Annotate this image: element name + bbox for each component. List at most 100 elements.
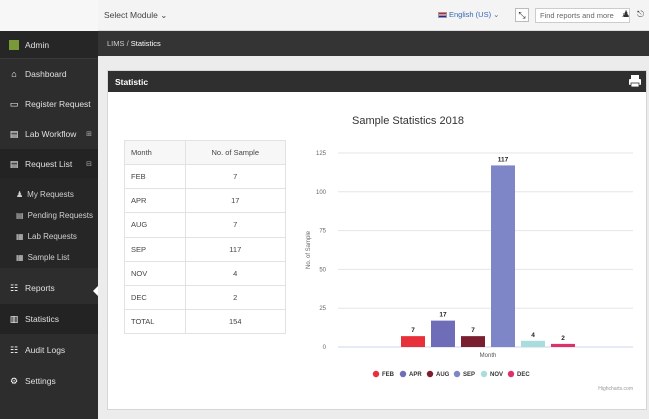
submenu-item-label: Lab Requests bbox=[27, 232, 77, 241]
sidebar-item-lab-workflow[interactable]: ▤ Lab Workflow ⊞ bbox=[0, 119, 98, 149]
search-placeholder: Find reports and more bbox=[540, 11, 614, 20]
table-icon: ▦ bbox=[16, 253, 24, 262]
sidebar-item-reports[interactable]: ☷ Reports bbox=[0, 273, 98, 303]
breadcrumb-bar: LIMS / Statistics bbox=[98, 31, 649, 56]
legend-marker bbox=[426, 370, 434, 378]
sidebar-item-label: Lab Workflow bbox=[25, 129, 77, 139]
data-label: 4 bbox=[531, 332, 535, 339]
table-cell: NOV bbox=[124, 260, 186, 286]
book-icon: ▤ bbox=[9, 158, 19, 169]
sidebar-brand[interactable]: Admin bbox=[0, 31, 98, 59]
breadcrumb: LIMS / Statistics bbox=[107, 39, 161, 48]
table-cell: 7 bbox=[184, 163, 287, 190]
submenu-item-my-requests[interactable]: ♟ My Requests bbox=[0, 184, 98, 205]
print-icon[interactable] bbox=[628, 74, 642, 88]
sidebar-item-audit-logs[interactable]: ☷ Audit Logs bbox=[0, 335, 98, 365]
sidebar-item-register-request[interactable]: ▭ Register Request bbox=[0, 89, 98, 119]
expand-indicator-icon[interactable]: ⊞ bbox=[86, 130, 92, 138]
table-cell: TOTAL bbox=[124, 309, 186, 335]
search-input[interactable]: Find reports and more ⌕ bbox=[535, 8, 630, 23]
table-row: APR 17 bbox=[124, 188, 287, 214]
book-icon: ▤ bbox=[16, 211, 24, 220]
submenu-item-pending-requests[interactable]: ▤ Pending Requests bbox=[0, 205, 98, 226]
y-tick-label: 100 bbox=[316, 190, 327, 196]
chart-canvas: 0 25 50 75 100 125 No. of Sample 7 17 7 117 4 2 Month… bbox=[306, 151, 633, 392]
sidebar-item-statistics[interactable]: ▥ Statistics bbox=[0, 304, 98, 334]
data-label: 2 bbox=[561, 335, 565, 342]
top-header: Select Module ⌄ English (US) ⌄ ⤡ Find re… bbox=[0, 0, 649, 31]
admin-logo-icon bbox=[9, 39, 19, 50]
y-tick-label: 25 bbox=[319, 306, 326, 312]
submenu-item-sample-list[interactable]: ▦ Sample List bbox=[0, 247, 98, 268]
bar-chart-icon: ▥ bbox=[9, 313, 19, 324]
gears-icon: ⚙ bbox=[9, 375, 19, 386]
us-flag-icon bbox=[438, 11, 447, 18]
breadcrumb-current: Statistics bbox=[130, 39, 161, 48]
book-icon: ▤ bbox=[9, 128, 19, 139]
sidebar-item-label: Dashboard bbox=[25, 69, 67, 79]
bar bbox=[431, 320, 455, 347]
legend-marker bbox=[453, 370, 461, 378]
legend-marker bbox=[372, 370, 380, 378]
submenu-item-label: My Requests bbox=[27, 190, 74, 199]
table-cell: 7 bbox=[184, 212, 287, 238]
data-label: 117 bbox=[498, 156, 509, 163]
grid-icon: ☷ bbox=[9, 344, 19, 355]
bar bbox=[551, 343, 575, 347]
data-label: 7 bbox=[411, 327, 415, 334]
bar bbox=[401, 336, 425, 347]
column-header: Month bbox=[124, 140, 186, 165]
fullscreen-icon[interactable]: ⤡ bbox=[515, 8, 529, 22]
user-icon: ♟ bbox=[16, 190, 24, 199]
table-total-row: TOTAL 154 bbox=[124, 309, 287, 335]
statistic-panel: Statistic Sample Statistics 2018 Month N… bbox=[107, 70, 647, 410]
brand-label: Admin bbox=[25, 39, 50, 50]
bar bbox=[461, 336, 485, 347]
sidebar-item-label: Audit Logs bbox=[25, 345, 66, 355]
table-cell: 17 bbox=[184, 188, 287, 214]
sidebar: Admin ⌂ Dashboard ▭ Register Request ▤ L… bbox=[0, 31, 98, 419]
panel-header: Statistic bbox=[108, 71, 646, 92]
sidebar-item-settings[interactable]: ⚙ Settings bbox=[0, 366, 98, 396]
collapse-indicator-icon[interactable]: ⊟ bbox=[86, 160, 92, 168]
statistics-table: Month No. of Sample FEB 7 APR 17 AUG 7 SEP 1… bbox=[124, 140, 287, 335]
submenu-item-lab-requests[interactable]: ▦ Lab Requests bbox=[0, 226, 98, 247]
y-tick-label: 50 bbox=[319, 267, 326, 273]
chart-title: Sample Statistics 2018 bbox=[352, 115, 464, 127]
table-cell: DEC bbox=[124, 284, 186, 311]
breadcrumb-separator: / bbox=[126, 39, 129, 48]
bar bbox=[491, 165, 515, 347]
module-select-dropdown[interactable]: Select Module ⌄ bbox=[104, 10, 167, 21]
table-header-row: Month No. of Sample bbox=[124, 140, 287, 165]
sidebar-item-label: Settings bbox=[25, 376, 56, 386]
user-icon[interactable]: ♟ bbox=[622, 9, 630, 20]
main-content: Statistic Sample Statistics 2018 Month N… bbox=[98, 56, 649, 419]
table-cell: 117 bbox=[184, 236, 287, 262]
language-label: English (US) ⌄ bbox=[449, 10, 500, 19]
bar bbox=[521, 340, 545, 347]
sidebar-item-dashboard[interactable]: ⌂ Dashboard bbox=[0, 59, 98, 89]
sidebar-item-label: Register Request bbox=[25, 99, 91, 109]
table-cell: 154 bbox=[184, 309, 287, 335]
table-cell: SEP bbox=[124, 236, 186, 262]
legend-label: AUG bbox=[436, 372, 450, 378]
legend-label: FEB bbox=[382, 372, 395, 378]
legend-marker bbox=[480, 370, 488, 378]
column-header: No. of Sample bbox=[184, 140, 287, 165]
legend-marker bbox=[399, 370, 407, 378]
table-cell: FEB bbox=[124, 163, 186, 190]
language-selector[interactable]: English (US) ⌄ bbox=[438, 10, 499, 19]
breadcrumb-root[interactable]: LIMS bbox=[107, 39, 125, 48]
legend-label: APR bbox=[409, 372, 422, 378]
table-cell: 4 bbox=[184, 260, 287, 286]
table-cell: APR bbox=[124, 188, 186, 214]
header-brand-cell bbox=[0, 0, 98, 31]
table-row: DEC 2 bbox=[124, 284, 287, 311]
sidebar-item-request-list[interactable]: ▤ Request List ⊟ bbox=[0, 149, 98, 179]
home-icon: ⌂ bbox=[11, 69, 17, 79]
sidebar-item-label: Statistics bbox=[25, 314, 60, 324]
y-tick-label: 125 bbox=[316, 151, 327, 157]
chart-credits: Highcharts.com bbox=[598, 386, 633, 392]
logout-icon[interactable]: ⎋ bbox=[637, 9, 644, 20]
submenu-item-label: Sample List bbox=[27, 253, 70, 262]
